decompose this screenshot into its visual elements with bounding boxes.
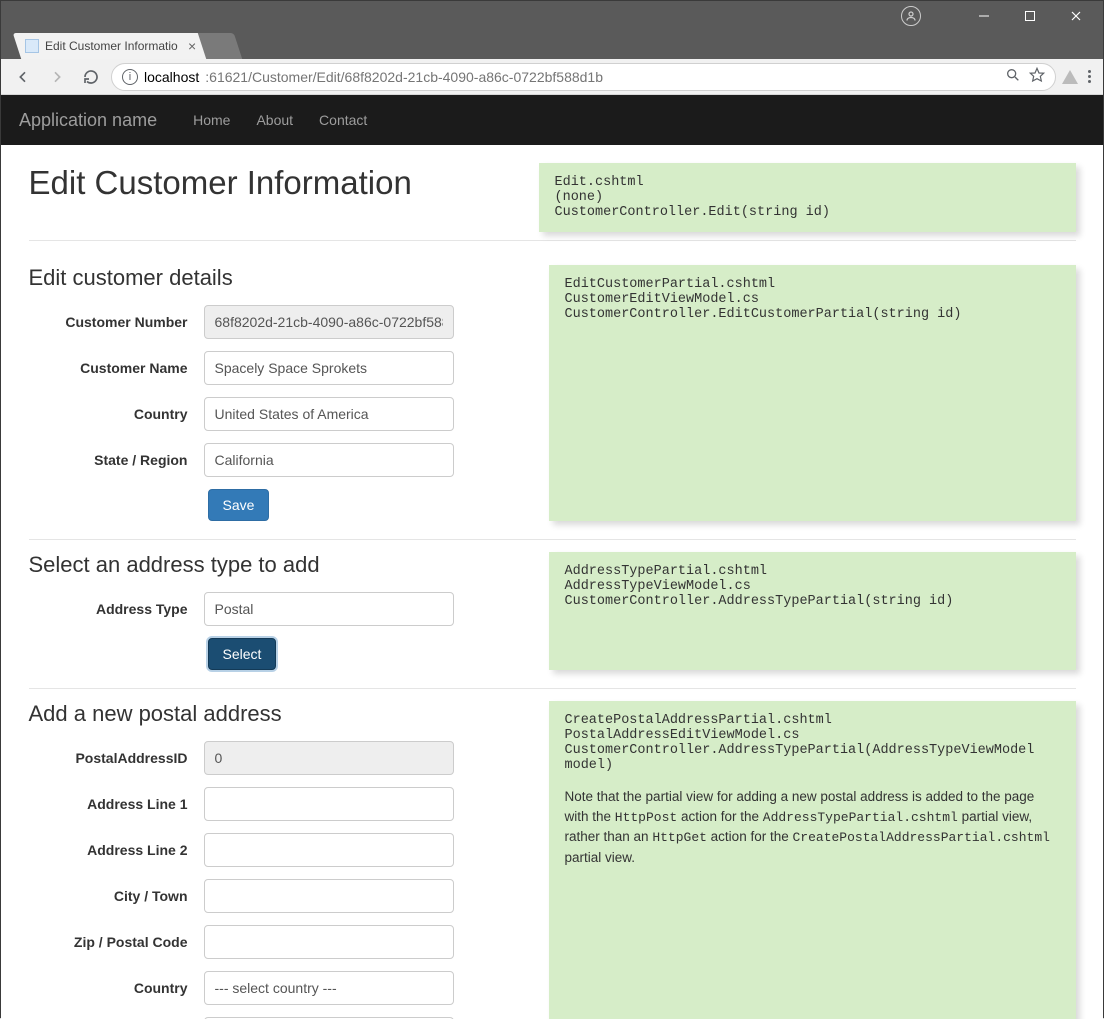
label-addr1: Address Line 1	[29, 796, 204, 812]
customer-name-field[interactable]	[204, 351, 454, 385]
save-button[interactable]: Save	[208, 489, 270, 521]
zip-field[interactable]	[204, 925, 454, 959]
address-bar[interactable]: i localhost :61621/Customer/Edit/68f8202d…	[111, 63, 1056, 91]
section-heading-addresstype: Select an address type to add	[29, 552, 499, 578]
select-button[interactable]: Select	[208, 638, 277, 670]
close-button[interactable]	[1053, 1, 1099, 31]
site-brand[interactable]: Application name	[19, 110, 157, 131]
city-field[interactable]	[204, 879, 454, 913]
label-state: State / Region	[29, 452, 204, 468]
note-prose: Note that the partial view for adding a …	[565, 787, 1060, 868]
nav-link-about[interactable]: About	[256, 112, 293, 128]
label-customer-number: Customer Number	[29, 314, 204, 330]
label-addr2: Address Line 2	[29, 842, 204, 858]
customer-number-field	[204, 305, 454, 339]
tab-favicon	[25, 39, 39, 53]
new-tab-button[interactable]	[198, 33, 242, 59]
maximize-button[interactable]	[1007, 1, 1053, 31]
note-edit-view: Edit.cshtml (none) CustomerController.Ed…	[539, 163, 1076, 232]
label-postal-country: Country	[29, 980, 204, 996]
tab-close-icon[interactable]: ×	[184, 36, 200, 56]
tab-title: Edit Customer Informatio	[45, 39, 178, 53]
section-heading-customer: Edit customer details	[29, 265, 499, 291]
url-host: localhost	[144, 69, 199, 85]
address-line2-field[interactable]	[204, 833, 454, 867]
site-navbar: Application name Home About Contact	[1, 95, 1103, 145]
nav-link-contact[interactable]: Contact	[319, 112, 367, 128]
note-addresstypepartial: AddressTypePartial.cshtml AddressTypeVie…	[549, 552, 1076, 670]
postal-id-field	[204, 741, 454, 775]
user-profile-icon[interactable]	[901, 6, 921, 26]
note-createpostaladdress: CreatePostalAddressPartial.cshtml Postal…	[549, 701, 1076, 1019]
browser-menu-icon[interactable]	[1084, 66, 1095, 87]
browser-tab[interactable]: Edit Customer Informatio ×	[13, 33, 212, 59]
section-heading-postal: Add a new postal address	[29, 701, 499, 727]
forward-button[interactable]	[43, 63, 71, 91]
gdrive-icon[interactable]	[1062, 70, 1078, 84]
url-path: :61621/Customer/Edit/68f8202d-21cb-4090-…	[205, 69, 603, 85]
page-title: Edit Customer Information	[29, 163, 519, 203]
nav-link-home[interactable]: Home	[193, 112, 230, 128]
label-address-type: Address Type	[29, 601, 204, 617]
address-line1-field[interactable]	[204, 787, 454, 821]
label-city: City / Town	[29, 888, 204, 904]
minimize-button[interactable]	[961, 1, 1007, 31]
browser-toolbar: i localhost :61621/Customer/Edit/68f8202d…	[1, 59, 1103, 95]
back-button[interactable]	[9, 63, 37, 91]
label-customer-name: Customer Name	[29, 360, 204, 376]
label-postal-id: PostalAddressID	[29, 750, 204, 766]
address-type-select[interactable]: Postal	[204, 592, 454, 626]
browser-tabstrip: Edit Customer Informatio ×	[1, 31, 1103, 59]
note-editcustomerpartial: EditCustomerPartial.cshtml CustomerEditV…	[549, 265, 1076, 521]
site-info-icon[interactable]: i	[122, 69, 138, 85]
label-zip: Zip / Postal Code	[29, 934, 204, 950]
customer-country-select[interactable]: United States of America	[204, 397, 454, 431]
note-code-block: CreatePostalAddressPartial.cshtml Postal…	[565, 713, 1043, 773]
postal-country-select[interactable]: --- select country ---	[204, 971, 454, 1005]
page-viewport[interactable]: Application name Home About Contact Edit…	[1, 95, 1103, 1019]
browser-window: Edit Customer Informatio × i localhost :6…	[0, 0, 1104, 1018]
bookmark-star-icon[interactable]	[1029, 67, 1045, 86]
label-country: Country	[29, 406, 204, 422]
customer-state-select[interactable]: California	[204, 443, 454, 477]
window-titlebar	[1, 1, 1103, 31]
reload-button[interactable]	[77, 63, 105, 91]
zoom-icon[interactable]	[1005, 67, 1021, 86]
